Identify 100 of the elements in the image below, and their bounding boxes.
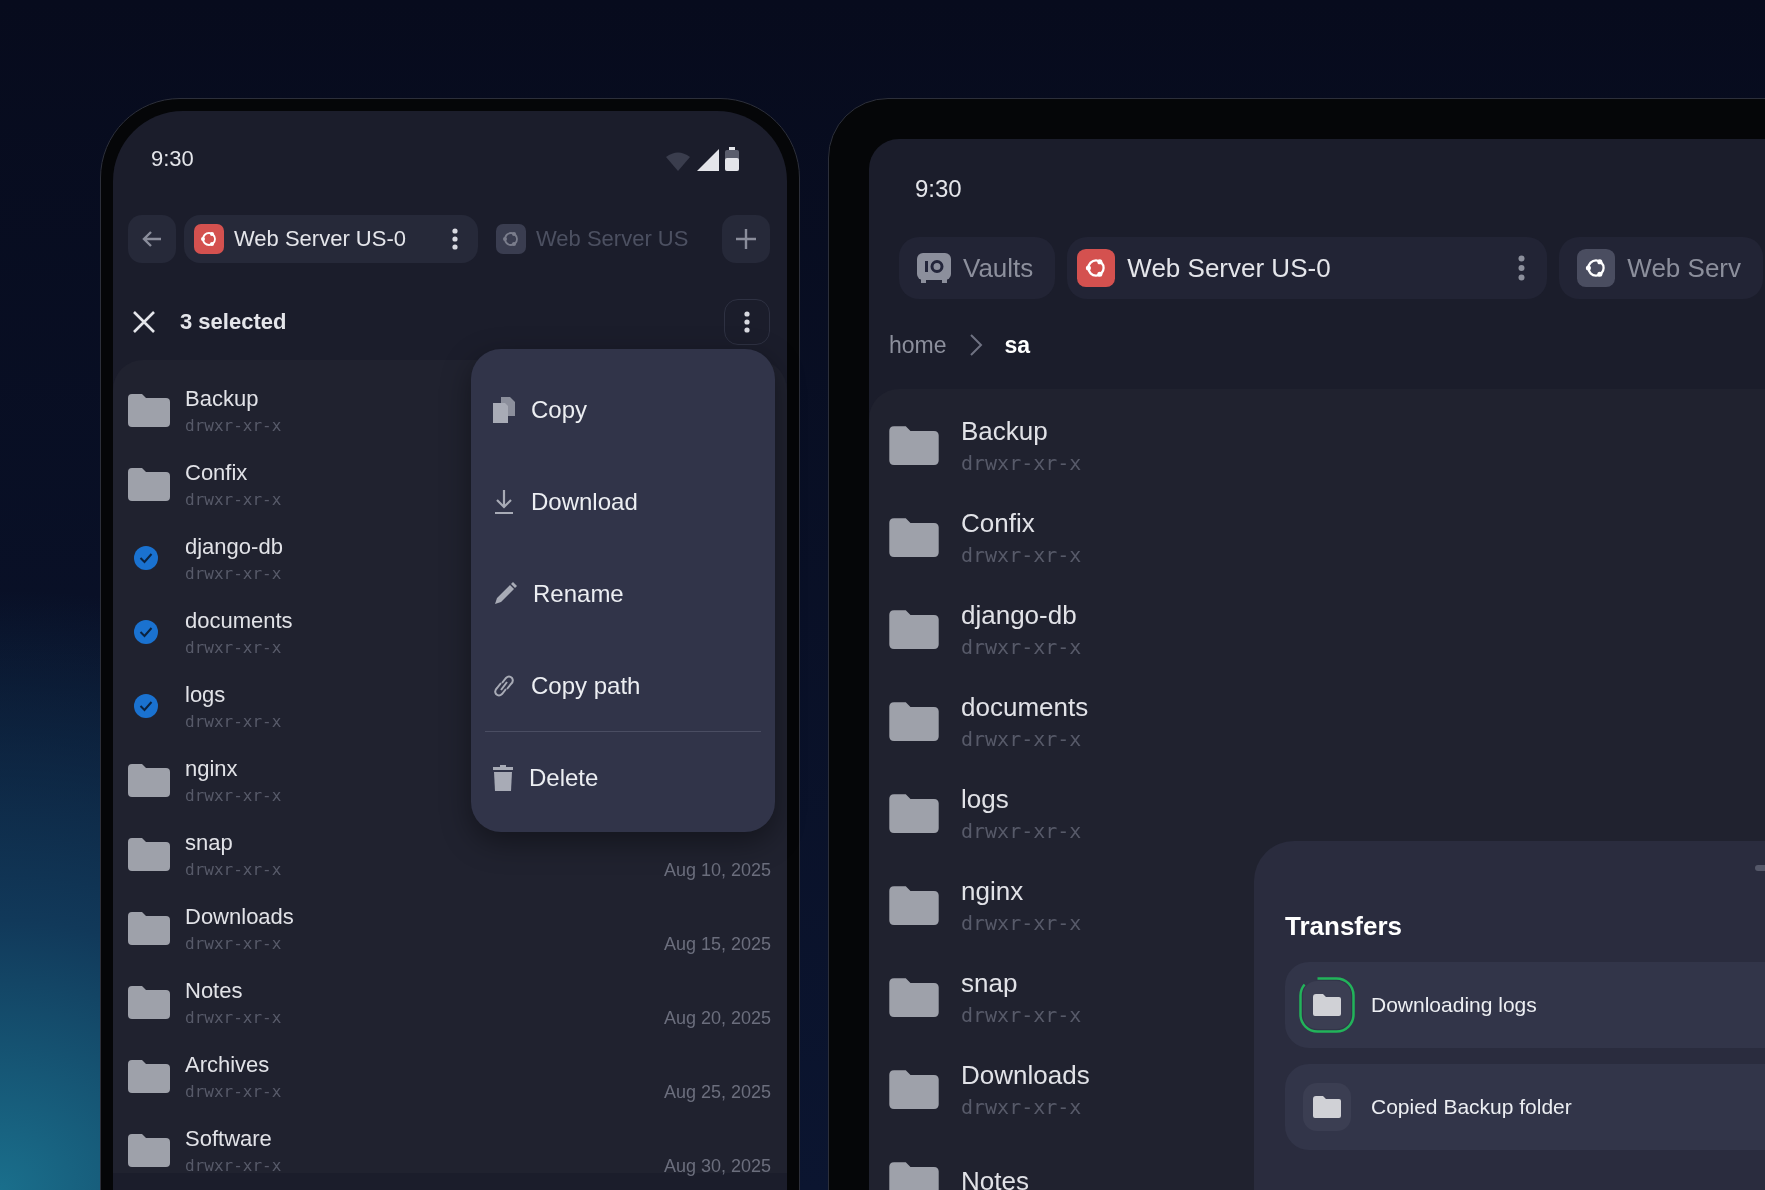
file-date: Aug 10, 2025 <box>663 860 771 881</box>
file-permissions: drwxr-xr-x <box>961 726 1083 751</box>
close-icon[interactable] <box>132 310 156 334</box>
file-name[interactable]: documents <box>961 691 1089 723</box>
more-icon <box>452 228 458 250</box>
status-time: 9:30 <box>914 175 963 203</box>
folder-icon[interactable] <box>128 763 170 797</box>
breadcrumb-item[interactable]: home <box>889 331 947 359</box>
file-name[interactable]: Downloads <box>185 903 294 930</box>
file-name[interactable]: django-db <box>185 533 283 560</box>
file-name[interactable]: Backup <box>185 385 282 412</box>
battery-icon <box>725 146 739 171</box>
folder-icon[interactable] <box>128 985 170 1019</box>
file-permissions: drwxr-xr-x <box>185 1081 282 1101</box>
folder-icon <box>889 609 939 649</box>
more-button[interactable] <box>724 299 770 345</box>
file-name[interactable]: logs <box>185 681 282 708</box>
file-permissions: drwxr-xr-x <box>185 785 282 805</box>
file-date: Aug 30, 2025 <box>663 1156 771 1177</box>
file-permissions: drwxr-xr-x <box>961 1002 1082 1027</box>
server-tab[interactable]: Web Server US-0 <box>184 215 478 263</box>
file-permissions: drwxr-xr-x <box>961 910 1082 935</box>
pencil-icon <box>493 582 517 606</box>
selection-count: 3 selected <box>180 309 287 335</box>
folder-icon <box>889 885 939 925</box>
file-permissions: drwxr-xr-x <box>185 415 282 435</box>
chevron-right-icon <box>968 333 983 357</box>
menu-item[interactable]: Rename <box>471 548 775 640</box>
folder-icon[interactable] <box>128 467 170 501</box>
ring-logo-icon <box>1577 249 1616 287</box>
file-name[interactable]: Confix <box>185 459 282 486</box>
file-name[interactable]: Software <box>185 1125 282 1152</box>
file-name[interactable]: django-db <box>961 599 1082 631</box>
folder-icon <box>889 1161 939 1190</box>
more-icon <box>1518 255 1526 281</box>
menu-item[interactable]: Download <box>471 456 775 548</box>
file-date: Aug 25, 2025 <box>663 1082 771 1103</box>
signal-icon <box>697 148 719 171</box>
file-permissions: drwxr-xr-x <box>185 1007 282 1027</box>
file-name[interactable]: Notes <box>185 977 282 1004</box>
folder-icon[interactable] <box>128 1133 170 1167</box>
file-name[interactable]: Confix <box>961 507 1082 539</box>
file-date: Aug 15, 2025 <box>663 934 771 955</box>
safe-icon <box>917 253 951 283</box>
file-permissions: drwxr-xr-x <box>961 634 1082 659</box>
file-permissions: drwxr-xr-x <box>961 1094 1083 1119</box>
breadcrumb-item[interactable]: sa <box>1004 331 1031 359</box>
file-permissions: drwxr-xr-x <box>185 637 283 657</box>
file-name[interactable]: snap <box>961 967 1082 999</box>
plus-icon <box>735 228 757 250</box>
transfer-item[interactable]: Copied Backup folder <box>1285 1064 1765 1150</box>
file-name[interactable]: logs <box>961 783 1082 815</box>
link-icon <box>493 673 515 699</box>
status-time: 9:30 <box>151 145 194 172</box>
trash-icon <box>493 765 513 791</box>
folder-icon <box>889 977 939 1017</box>
folder-icon[interactable] <box>128 837 170 871</box>
file-permissions: drwxr-xr-x <box>961 818 1082 843</box>
more-icon <box>744 311 750 333</box>
transfer-item[interactable]: Downloading logs <box>1285 962 1765 1048</box>
menu-item[interactable]: Copy <box>471 364 775 456</box>
folder-icon[interactable] <box>128 393 170 427</box>
folder-icon <box>889 701 939 741</box>
file-name[interactable]: nginx <box>961 875 1082 907</box>
file-permissions: drwxr-xr-x <box>185 563 283 583</box>
file-permissions: drwxr-xr-x <box>185 859 282 879</box>
ring-logo-icon <box>496 224 526 254</box>
sheet-title: Transfers <box>1285 911 1404 942</box>
file-name[interactable]: Backup <box>961 415 1082 447</box>
file-permissions: drwxr-xr-x <box>961 450 1082 475</box>
file-name[interactable]: Archives <box>185 1051 282 1078</box>
server-tab[interactable]: Web Server US-0 <box>1067 237 1548 299</box>
file-permissions: drwxr-xr-x <box>185 1155 282 1175</box>
file-permissions: drwxr-xr-x <box>185 933 283 953</box>
copy-icon <box>493 397 515 423</box>
menu-item[interactable]: Copy path <box>471 640 775 732</box>
ring-logo-icon <box>1077 249 1116 287</box>
folder-icon[interactable] <box>128 911 170 945</box>
file-permissions: drwxr-xr-x <box>185 711 282 731</box>
add-tab-button[interactable] <box>722 215 770 263</box>
ring-logo-icon <box>194 224 224 254</box>
server-tab[interactable]: Web Serv <box>1559 237 1764 299</box>
menu-item[interactable]: Delete <box>471 732 775 824</box>
wifi-icon <box>665 150 691 171</box>
file-permissions: drwxr-xr-x <box>961 542 1082 567</box>
download-icon <box>493 489 515 515</box>
folder-icon <box>1303 1083 1351 1131</box>
folder-icon[interactable] <box>128 1059 170 1093</box>
folder-icon <box>889 517 939 557</box>
file-name[interactable]: Notes <box>961 1165 1029 1190</box>
file-date: Aug 20, 2025 <box>663 1008 771 1029</box>
file-name[interactable]: documents <box>185 607 293 634</box>
file-name[interactable]: snap <box>185 829 282 856</box>
file-name[interactable]: Downloads <box>961 1059 1090 1091</box>
file-permissions: drwxr-xr-x <box>185 489 282 509</box>
server-tab[interactable]: Vaults <box>899 237 1056 299</box>
folder-icon <box>889 1069 939 1109</box>
folder-icon <box>889 425 939 465</box>
file-name[interactable]: nginx <box>185 755 282 782</box>
back-button[interactable] <box>128 215 176 263</box>
